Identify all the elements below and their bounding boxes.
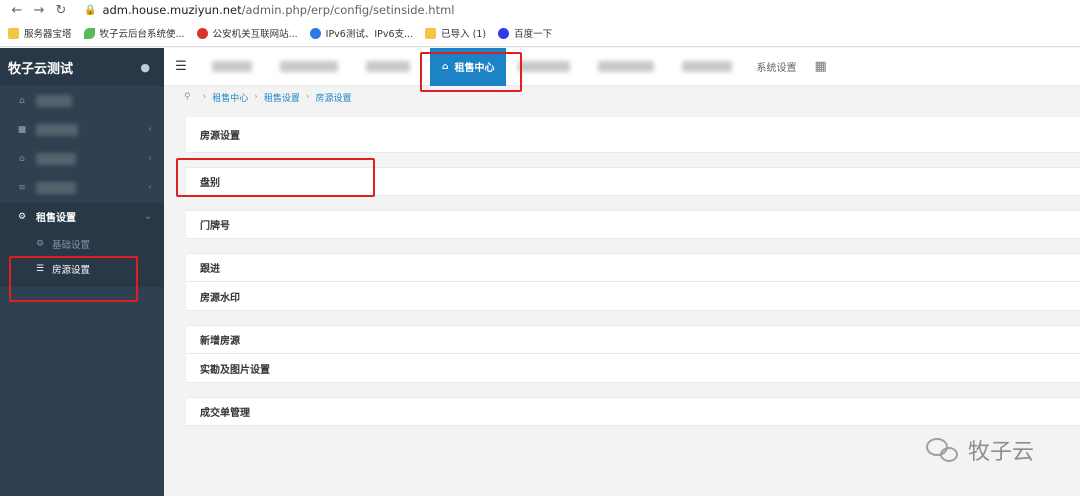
- breadcrumb-separator: ›: [202, 92, 207, 102]
- redacted-label: [36, 94, 72, 107]
- bookmark-label: 百度一下: [514, 29, 553, 40]
- sidebar-subitem-basic-settings[interactable]: ⚙ 基础设置: [0, 231, 164, 256]
- url-field[interactable]: 🔒 adm.house.muziyun.net/admin.php/erp/co…: [84, 3, 454, 17]
- police-badge-icon: [196, 27, 208, 39]
- bookmark-label: 服务器宝塔: [24, 29, 72, 40]
- redacted-label: [36, 181, 76, 194]
- brand-header: 牧子云测试 ●: [0, 48, 164, 86]
- redacted-tab[interactable]: [518, 61, 571, 72]
- redacted-tab[interactable]: [598, 61, 655, 72]
- home-icon: ⌂: [442, 61, 449, 72]
- bookmark-item[interactable]: 公安机关互联网站...: [196, 26, 298, 40]
- gear-icon: ⚙: [35, 238, 45, 249]
- tab-system-settings[interactable]: 系统设置: [756, 59, 796, 74]
- sidebar-item-hidden-4[interactable]: ≡ ‹: [0, 173, 164, 202]
- lock-icon: 🔒: [84, 4, 97, 16]
- sidebar-item-hidden-1[interactable]: ⌂: [0, 86, 164, 115]
- back-icon[interactable]: ←: [6, 0, 28, 20]
- page-title: 房源设置: [186, 117, 1080, 153]
- folder-icon: [8, 27, 19, 39]
- sidebar-subitem-label: 房源设置: [52, 264, 91, 276]
- main-content: 房源设置 盘别 门牌号 跟进 房源水印 新增房源 实勘及图片设置 成交单管理: [186, 117, 1080, 426]
- chevron-left-icon: ‹: [148, 153, 152, 164]
- forward-icon[interactable]: →: [28, 0, 50, 20]
- breadcrumb-link[interactable]: 房源设置: [315, 91, 351, 104]
- sidebar-submenu: ⚙ 基础设置 ☰ 房源设置: [0, 231, 164, 287]
- gear-icon: ⚙: [17, 211, 27, 222]
- settings-row-deal-management[interactable]: 成交单管理: [186, 397, 1080, 426]
- map-pin-icon: ⚲: [184, 92, 191, 102]
- sidebar-item-hidden-2[interactable]: ■ ‹: [0, 115, 164, 144]
- sidebar: 牧子云测试 ● ⌂ ■ ‹ ⌂ ‹ ≡ ‹ ⚙ 租售设置 ⌄ ⚙ 基础设置 ☰ …: [0, 48, 164, 496]
- breadcrumb-link[interactable]: 租售中心: [212, 91, 248, 104]
- ipv6-icon: [309, 27, 321, 39]
- settings-row-watermark[interactable]: 房源水印: [186, 282, 1080, 311]
- sidebar-item-label: 租售设置: [36, 213, 76, 224]
- redacted-label: [36, 123, 78, 136]
- breadcrumb-link[interactable]: 租售设置: [264, 91, 300, 104]
- bookmark-item[interactable]: 服务器宝塔: [8, 26, 72, 40]
- url-path: /admin.php/erp/config/setinside.html: [241, 3, 455, 17]
- settings-row-door-number[interactable]: 门牌号: [186, 210, 1080, 239]
- redacted-tab[interactable]: [212, 61, 252, 72]
- hamburger-menu-icon[interactable]: ☰: [164, 59, 198, 74]
- settings-row-survey-photos[interactable]: 实勘及图片设置: [186, 354, 1080, 383]
- bookmark-item[interactable]: 百度一下: [498, 26, 552, 40]
- sidebar-item-rental-settings[interactable]: ⚙ 租售设置 ⌄: [0, 202, 164, 231]
- sidebar-subitem-listing-settings[interactable]: ☰ 房源设置: [0, 256, 164, 281]
- bookmark-item[interactable]: IPv6测试、IPv6支...: [309, 26, 414, 40]
- tab-rental-center[interactable]: ⌂ 租售中心: [430, 47, 507, 86]
- leaf-icon: [83, 27, 95, 39]
- redacted-label: [36, 152, 76, 165]
- chevron-down-icon: ⌄: [143, 211, 152, 222]
- browser-address-bar: ← → ↻ 🔒 adm.house.muziyun.net/admin.php/…: [0, 0, 1080, 20]
- bookmark-label: 牧子云后台系统使...: [99, 29, 185, 40]
- breadcrumb: ⚲ › 租售中心 › 租售设置 › 房源设置: [164, 87, 1080, 107]
- bookmarks-bar: 服务器宝塔 牧子云后台系统使... 公安机关互联网站... IPv6测试、IPv…: [0, 20, 1080, 47]
- settings-row-new-listing[interactable]: 新增房源: [186, 325, 1080, 354]
- baidu-paw-icon: [498, 27, 510, 39]
- chat-bubble-icon: [926, 436, 960, 464]
- chevron-left-icon: ‹: [148, 124, 152, 135]
- bookmark-item[interactable]: 牧子云后台系统使...: [83, 26, 185, 40]
- settings-row-follow-up[interactable]: 跟进: [186, 253, 1080, 282]
- breadcrumb-separator: ›: [254, 92, 258, 102]
- brand-title: 牧子云测试: [8, 61, 74, 77]
- grid-icon[interactable]: ▦: [814, 59, 826, 74]
- home-icon: ⌂: [19, 153, 25, 164]
- droplet-icon[interactable]: ●: [140, 61, 150, 74]
- redacted-tab[interactable]: [682, 61, 733, 72]
- tab-label: 租售中心: [454, 63, 495, 74]
- reload-icon[interactable]: ↻: [50, 0, 72, 20]
- chevron-left-icon: ‹: [148, 182, 152, 193]
- folder-icon: [425, 27, 437, 39]
- breadcrumb-separator: ›: [305, 92, 310, 102]
- sidebar-subitem-label: 基础设置: [52, 239, 91, 251]
- redacted-tab[interactable]: [280, 61, 338, 72]
- bookmark-item[interactable]: 已导入 (1): [425, 26, 486, 40]
- bookmark-label: 公安机关互联网站...: [212, 29, 298, 40]
- sidebar-item-hidden-3[interactable]: ⌂ ‹: [0, 144, 164, 173]
- watermark: 牧子云: [926, 434, 1034, 466]
- list-icon: ☰: [35, 263, 45, 274]
- list-icon: ≡: [18, 182, 26, 193]
- settings-row-plate-type[interactable]: 盘别: [186, 167, 1080, 196]
- redacted-tab[interactable]: [366, 61, 410, 72]
- tab-label: 系统设置: [756, 63, 797, 74]
- bookmark-label: 已导入 (1): [441, 29, 487, 40]
- url-host: adm.house.muziyun.net: [102, 3, 242, 17]
- watermark-text: 牧子云: [968, 440, 1035, 465]
- sidebar-menu: ⌂ ■ ‹ ⌂ ‹ ≡ ‹ ⚙ 租售设置 ⌄: [0, 86, 164, 231]
- top-navigation: ☰ ⌂ 租售中心 系统设置 ▦: [164, 47, 1080, 86]
- home-icon: ⌂: [19, 95, 25, 106]
- bookmark-label: IPv6测试、IPv6支...: [325, 29, 414, 40]
- square-icon: ■: [17, 124, 27, 135]
